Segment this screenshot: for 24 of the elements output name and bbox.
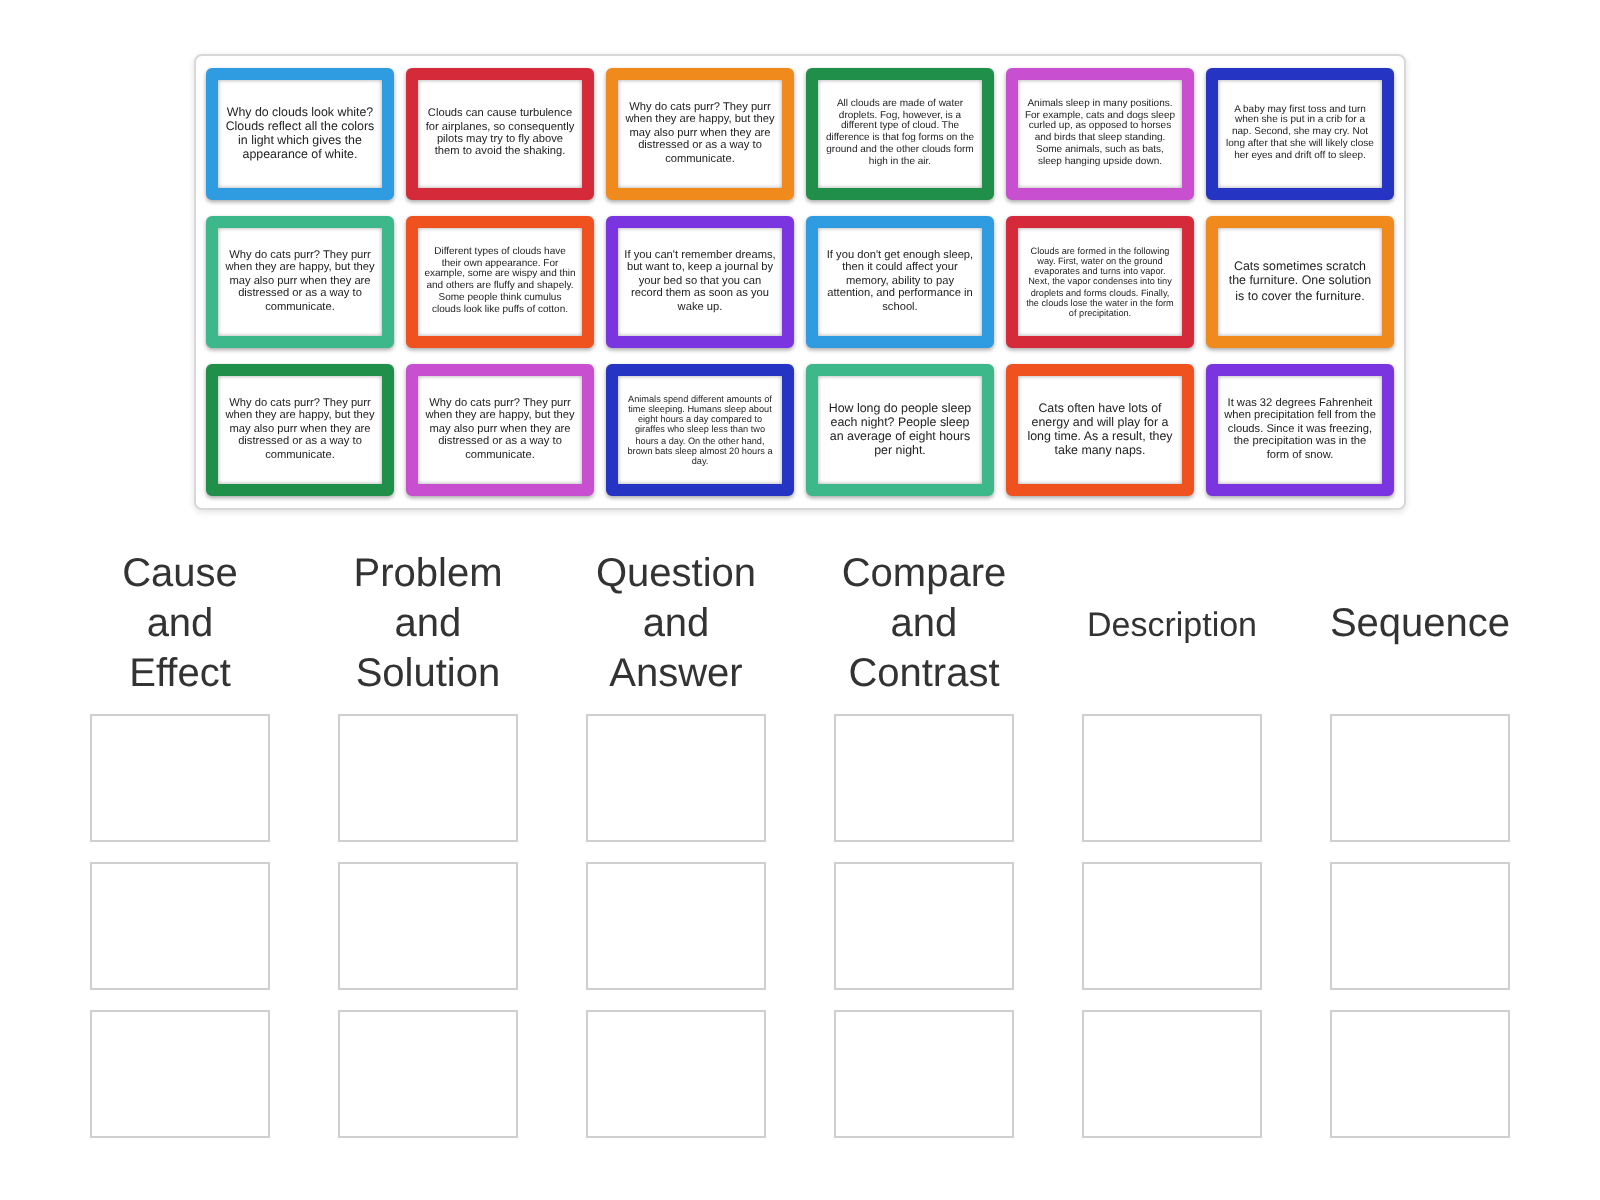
drop-zone[interactable] bbox=[338, 714, 518, 842]
category-heading: Sequence bbox=[1329, 599, 1511, 649]
drop-zone[interactable] bbox=[90, 1010, 270, 1138]
drop-zone[interactable] bbox=[1330, 862, 1510, 990]
drop-zone[interactable] bbox=[586, 862, 766, 990]
drop-zone[interactable] bbox=[1330, 714, 1510, 842]
drop-zone[interactable] bbox=[1082, 714, 1262, 842]
drop-zone[interactable] bbox=[338, 1010, 518, 1138]
drop-zone[interactable] bbox=[1330, 1010, 1510, 1138]
drop-zone[interactable] bbox=[586, 714, 766, 842]
drop-zone[interactable] bbox=[338, 862, 518, 990]
drop-zone[interactable] bbox=[90, 862, 270, 990]
category-heading: Description bbox=[1086, 603, 1258, 647]
drop-zone[interactable] bbox=[834, 1010, 1014, 1138]
category-heading: Cause and Effect bbox=[122, 549, 238, 699]
drop-zone[interactable] bbox=[586, 1010, 766, 1138]
category-heading: Compare and Contrast bbox=[841, 549, 1007, 699]
drop-zone[interactable] bbox=[90, 714, 270, 842]
category-heading: Question and Answer bbox=[595, 549, 757, 699]
drop-zone[interactable] bbox=[1082, 862, 1262, 990]
category-heading: Problem and Solution bbox=[353, 549, 503, 699]
drop-zone[interactable] bbox=[834, 862, 1014, 990]
drop-zone[interactable] bbox=[834, 714, 1014, 842]
drop-zone[interactable] bbox=[1082, 1010, 1262, 1138]
